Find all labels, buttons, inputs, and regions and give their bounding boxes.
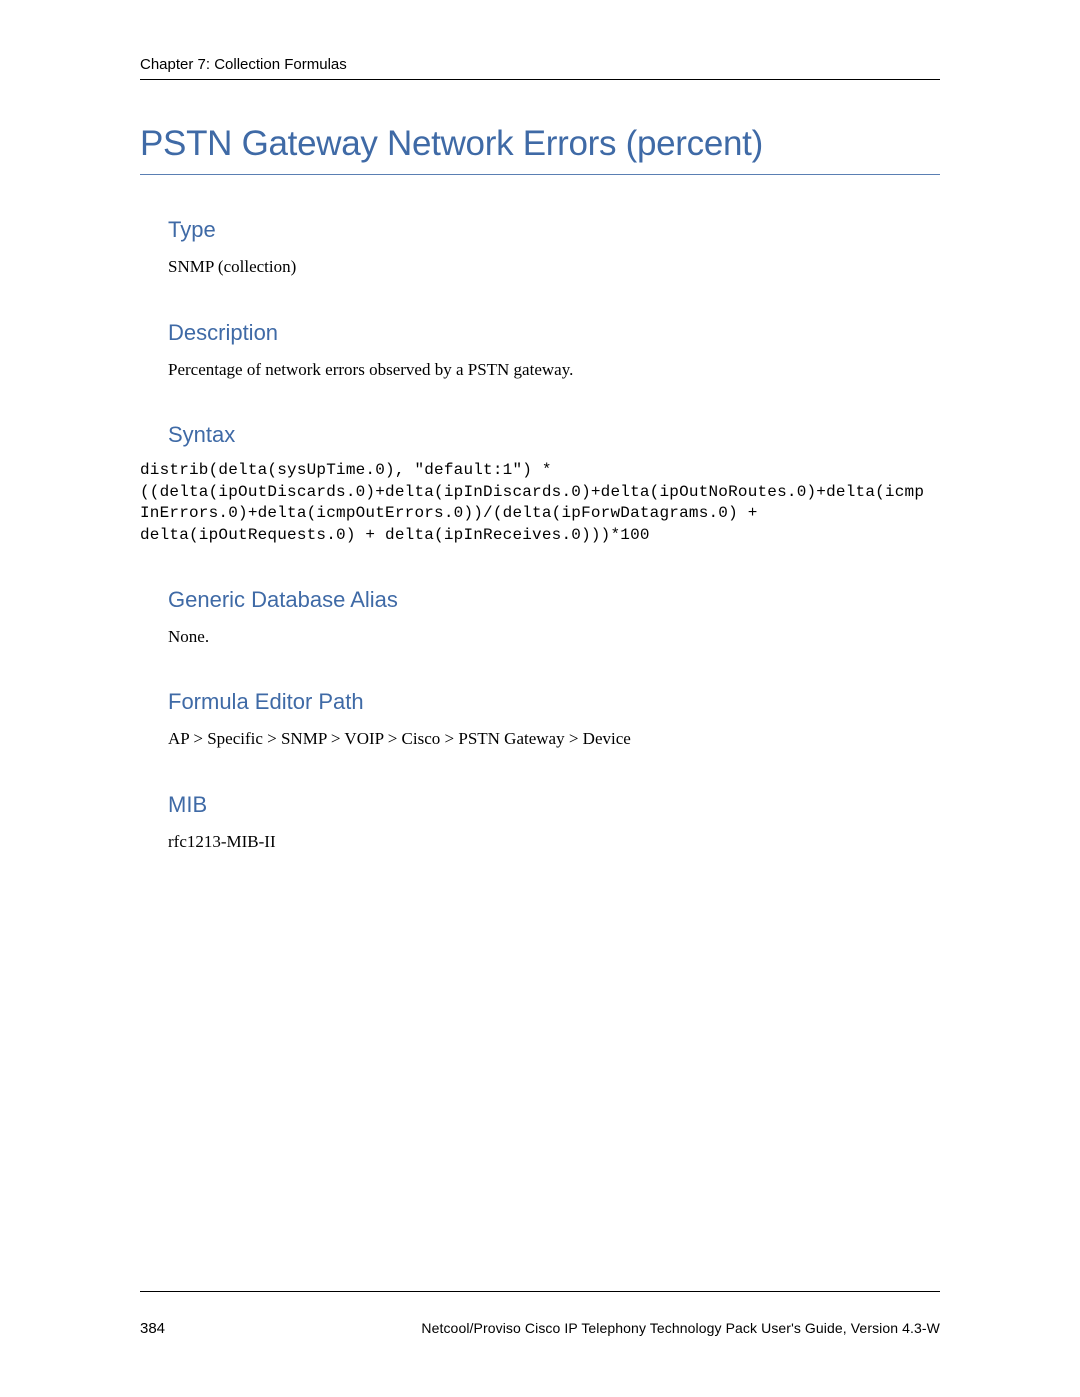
alias-body: None. — [168, 625, 940, 650]
mib-body: rfc1213-MIB-II — [168, 830, 940, 855]
title-rule — [140, 174, 940, 175]
header-rule — [140, 79, 940, 80]
page: Chapter 7: Collection Formulas PSTN Gate… — [0, 0, 1080, 1397]
type-body: SNMP (collection) — [168, 255, 940, 280]
section-heading-alias: Generic Database Alias — [168, 587, 940, 613]
editor-body: AP > Specific > SNMP > VOIP > Cisco > PS… — [168, 727, 940, 752]
section-heading-description: Description — [168, 320, 940, 346]
doc-title: Netcool/Proviso Cisco IP Telephony Techn… — [421, 1320, 940, 1336]
section-heading-mib: MIB — [168, 792, 940, 818]
section-heading-editor: Formula Editor Path — [168, 689, 940, 715]
footer-row: 384 Netcool/Proviso Cisco IP Telephony T… — [140, 1320, 940, 1337]
page-number: 384 — [140, 1320, 165, 1337]
page-title: PSTN Gateway Network Errors (percent) — [140, 124, 940, 164]
footer-rule — [140, 1291, 940, 1292]
page-footer: 384 Netcool/Proviso Cisco IP Telephony T… — [140, 1291, 940, 1337]
syntax-code: distrib(delta(sysUpTime.0), "default:1")… — [140, 460, 940, 546]
running-header: Chapter 7: Collection Formulas — [140, 56, 940, 73]
description-body: Percentage of network errors observed by… — [168, 358, 940, 383]
section-heading-syntax: Syntax — [168, 422, 940, 448]
section-heading-type: Type — [168, 217, 940, 243]
